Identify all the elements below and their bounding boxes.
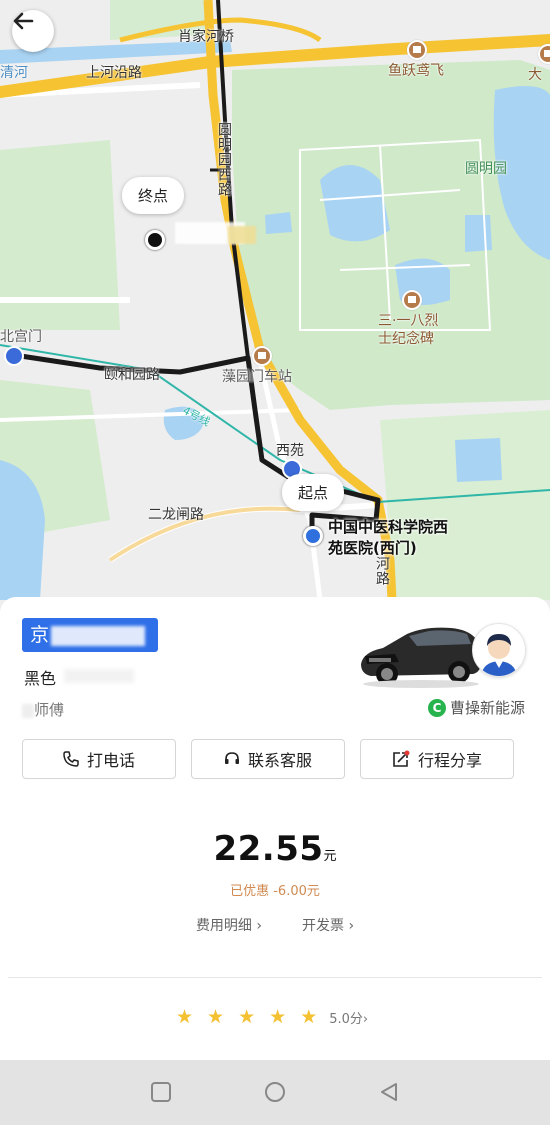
- call-label: 打电话: [86, 751, 135, 770]
- map-label-memorial-1: 三·一八烈: [378, 313, 439, 329]
- map-label-qinghe: 清河: [0, 65, 28, 81]
- map-label-xiaojia-bridge: 肖家河桥: [178, 29, 234, 45]
- chevron-right-icon: ›: [348, 918, 355, 934]
- driver-name: 师傅: [22, 699, 64, 720]
- driver-surname-mask: [22, 703, 34, 718]
- share-trip-button[interactable]: 行程分享: [360, 739, 514, 779]
- start-point-marker: [303, 526, 323, 546]
- home-button[interactable]: [264, 1081, 286, 1103]
- star-icon: ★: [238, 1006, 256, 1028]
- landmark-icon: [402, 290, 422, 310]
- fare-detail-label: 费用明细: [195, 918, 252, 934]
- fare-number: 22.55: [213, 829, 324, 869]
- map-label-zaoyuan: 藻园门车站: [222, 369, 292, 385]
- arrow-left-icon: [13, 12, 34, 30]
- star-icon: ★: [300, 1006, 318, 1028]
- map-view[interactable]: 肖家河桥 上河沿路 清河 鱼跃鸢飞 大 圆明园 圆明园西路 三·一八烈 士纪念碑…: [0, 0, 550, 640]
- call-button[interactable]: 打电话: [22, 739, 176, 779]
- map-label-yuanmingyuan-west-road: 圆明园西路: [216, 122, 232, 197]
- map-canvas: [0, 0, 550, 601]
- start-location-label: 中国中医科学院西 苑医院(西门): [328, 517, 448, 559]
- chevron-right-icon: ›: [362, 1011, 369, 1027]
- invoice-link[interactable]: 开发票 ›: [302, 915, 354, 935]
- system-nav-bar: [0, 1060, 550, 1125]
- invoice-label: 开发票: [302, 918, 344, 934]
- star-icon: ★: [176, 1006, 194, 1028]
- bus-depot-icon: [252, 346, 272, 366]
- trip-rating[interactable]: ★ ★ ★ ★ ★ 5.0分›: [176, 1007, 368, 1027]
- fare-discount: 已优惠 -6.00元: [230, 884, 320, 899]
- map-label-yuanmingyuan: 圆明园: [465, 161, 507, 177]
- chevron-right-icon: ›: [256, 918, 262, 934]
- driver-avatar[interactable]: [472, 623, 526, 677]
- trip-detail-card: 京 黑色 师傅 C 曹操新能源 打电话 联系客服 行程分享 22.55元 已优惠…: [0, 597, 550, 1060]
- rating-score-text: 5.0分: [329, 1011, 363, 1027]
- end-point-bubble: 终点: [122, 177, 185, 214]
- driver-name-suffix: 师傅: [34, 701, 65, 719]
- support-label: 联系客服: [247, 751, 312, 770]
- map-label-da: 大: [528, 67, 542, 83]
- map-label-shanghe-road: 上河沿路: [86, 65, 142, 81]
- license-plate: 京: [22, 618, 158, 652]
- map-label-yiheyuan-road: 颐和园路: [104, 367, 160, 383]
- support-button[interactable]: 联系客服: [191, 739, 345, 779]
- rating-score: 5.0分›: [329, 1008, 368, 1027]
- fare-amount: 22.55元: [0, 829, 550, 869]
- car-color: 黑色: [24, 669, 57, 688]
- driver-avatar-icon: [481, 634, 517, 676]
- back-nav-button[interactable]: [378, 1081, 400, 1103]
- map-label-erlongzha-road: 二龙闸路: [148, 507, 204, 523]
- start-point-bubble: 起点: [282, 474, 345, 511]
- divider: [8, 977, 542, 978]
- fare-unit: 元: [323, 849, 337, 864]
- map-label-xiyuan: 西苑: [276, 443, 304, 459]
- car-image: [361, 627, 481, 688]
- star-icon: ★: [269, 1006, 287, 1028]
- brand-name: 曹操新能源: [450, 699, 526, 717]
- map-label-memorial-2: 士纪念碑: [378, 331, 434, 347]
- fare-detail-link[interactable]: 费用明细 ›: [196, 915, 262, 935]
- star-icon: ★: [207, 1006, 225, 1028]
- phone-icon: [63, 751, 79, 767]
- recents-button[interactable]: [150, 1081, 172, 1103]
- landmark-icon: [407, 40, 427, 60]
- car-model-mask: [64, 669, 134, 683]
- service-brand: C 曹操新能源: [428, 697, 525, 718]
- masked-region: [228, 226, 256, 244]
- start-location-line2: 苑医院(西门): [328, 539, 417, 557]
- share-label: 行程分享: [417, 751, 482, 770]
- brand-logo-icon: C: [428, 698, 446, 717]
- fare-links: 费用明细 › 开发票 ›: [0, 915, 550, 935]
- map-label-beigongmen: 北宫门: [0, 329, 42, 345]
- share-icon: [393, 750, 410, 767]
- plate-prefix: 京: [30, 624, 50, 646]
- start-location-line1: 中国中医科学院西: [328, 518, 449, 536]
- headset-icon: [224, 752, 239, 764]
- end-point-marker: [145, 230, 165, 250]
- map-label-yuyue: 鱼跃鸢飞: [388, 63, 444, 79]
- subway-station-icon: [4, 346, 24, 366]
- plate-mask: [51, 625, 146, 646]
- map-label-river-road: 河路: [374, 556, 390, 586]
- back-button[interactable]: [12, 10, 54, 52]
